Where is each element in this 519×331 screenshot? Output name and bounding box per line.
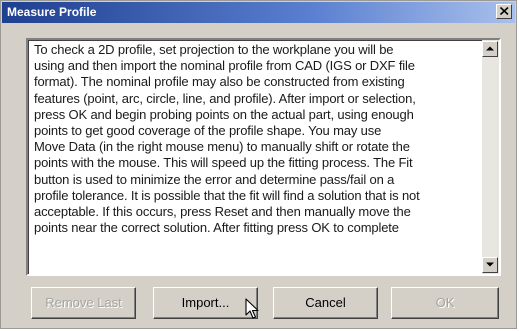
instructions-line: points near the correct solution. After … xyxy=(34,220,399,236)
instructions-line: button is used to minimize the error and… xyxy=(34,171,395,187)
close-icon xyxy=(500,7,509,15)
scroll-down-button[interactable] xyxy=(482,257,498,273)
cancel-button[interactable]: Cancel xyxy=(273,287,378,319)
vertical-scrollbar[interactable] xyxy=(482,40,499,274)
instructions-line: points with the mouse. This will speed u… xyxy=(34,155,413,171)
instructions-line: press OK and begin probing points on the… xyxy=(34,106,414,122)
mouse-pointer-icon xyxy=(245,298,259,319)
close-button[interactable] xyxy=(496,4,512,19)
arrow-down-icon xyxy=(486,262,494,267)
instructions-line: Move Data (in the right mouse menu) to m… xyxy=(34,139,410,155)
scroll-up-button[interactable] xyxy=(482,41,498,57)
instructions-line: using and then import the nominal profil… xyxy=(34,58,415,74)
instructions-text: To check a 2D profile, set projection to… xyxy=(34,42,480,236)
instructions-line: points to get good coverage of the profi… xyxy=(34,123,382,139)
instructions-line: features (point, arc, circle, line, and … xyxy=(34,90,416,106)
arrow-up-icon xyxy=(486,46,494,51)
import-button[interactable]: Import... xyxy=(153,287,258,319)
ok-button[interactable]: OK xyxy=(391,287,499,319)
title-bar[interactable]: Measure Profile xyxy=(2,2,515,23)
remove-last-button[interactable]: Remove Last xyxy=(31,287,136,319)
instructions-text-area[interactable]: To check a 2D profile, set projection to… xyxy=(26,38,501,276)
instructions-line: To check a 2D profile, set projection to… xyxy=(34,42,394,57)
instructions-line: acceptable. If this occurs, press Reset … xyxy=(34,204,411,220)
instructions-line: format). The nominal profile may also be… xyxy=(34,74,405,90)
measure-profile-dialog: Measure Profile To check a 2D profile, s… xyxy=(0,0,517,329)
dialog-title: Measure Profile xyxy=(7,5,97,19)
instructions-line: profile tolerance. It is possible that t… xyxy=(34,187,420,203)
